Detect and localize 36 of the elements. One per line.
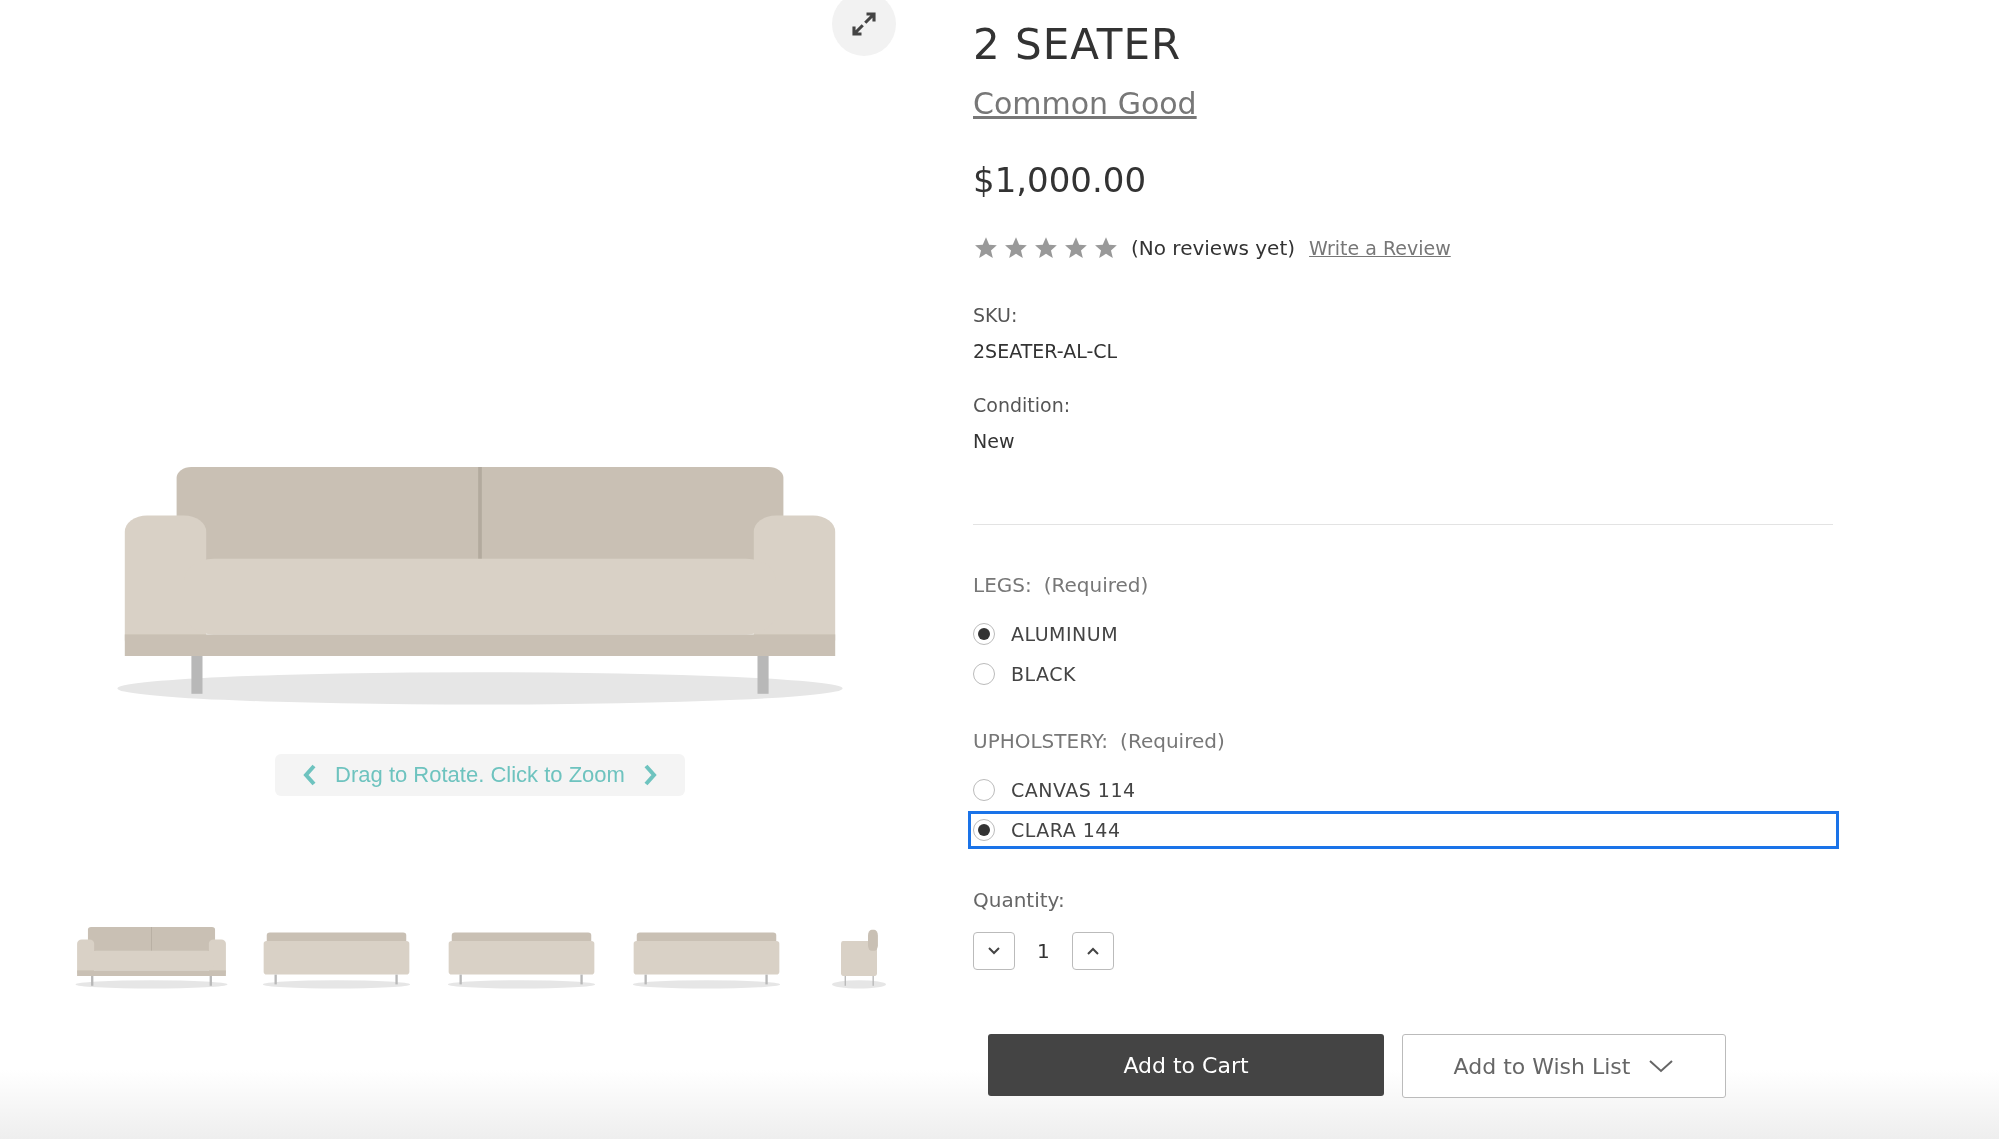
star-icon: [1063, 235, 1089, 261]
star-icon: [1093, 235, 1119, 261]
required-note: (Required): [1043, 573, 1149, 597]
review-count: (No reviews yet): [1131, 236, 1296, 260]
option-label: LEGS:: [973, 573, 1032, 597]
chevron-left-icon: [303, 764, 318, 786]
detail-label: Condition:: [973, 394, 1072, 416]
option-choice[interactable]: CLARA 144: [968, 811, 1839, 849]
wish-list-button[interactable]: Add to Wish List: [1402, 1034, 1726, 1098]
star-icon: [973, 235, 999, 261]
hint-text: Drag to Rotate. Click to Zoom: [335, 762, 625, 788]
star-icon: [1033, 235, 1059, 261]
product-title: 2 SEATER: [973, 20, 1183, 69]
option-choice[interactable]: BLACK: [968, 655, 1839, 693]
quantity-value[interactable]: 1: [1037, 939, 1050, 963]
chevron-up-icon: [1085, 946, 1100, 956]
quantity-label: Quantity:: [973, 888, 1066, 912]
increase-button[interactable]: [1071, 932, 1114, 970]
add-to-cart-button[interactable]: Add to Cart: [988, 1034, 1384, 1096]
expand-icon: [849, 9, 879, 39]
caret-icon: [1648, 1059, 1675, 1073]
decrease-button[interactable]: [973, 932, 1015, 970]
detail-value: 2SEATER-AL-CL: [973, 340, 1119, 362]
option-choice[interactable]: CANVAS 114: [968, 771, 1839, 809]
required-note: (Required): [1120, 729, 1225, 753]
write-review-link[interactable]: Write a Review: [1309, 237, 1451, 259]
detail-value: New: [973, 430, 1016, 452]
detail-label: SKU:: [973, 304, 1019, 326]
chevron-right-icon: [642, 764, 657, 786]
fullscreen-button[interactable]: [832, 0, 896, 56]
star-icon: [1003, 235, 1029, 261]
price: $1,000.00: [973, 160, 1148, 200]
option-choice[interactable]: ALUMINUM: [968, 615, 1839, 653]
brand-link[interactable]: Common Good: [973, 86, 1197, 121]
chevron-down-icon: [987, 946, 1001, 956]
option-label: UPHOLSTERY:: [973, 729, 1109, 753]
